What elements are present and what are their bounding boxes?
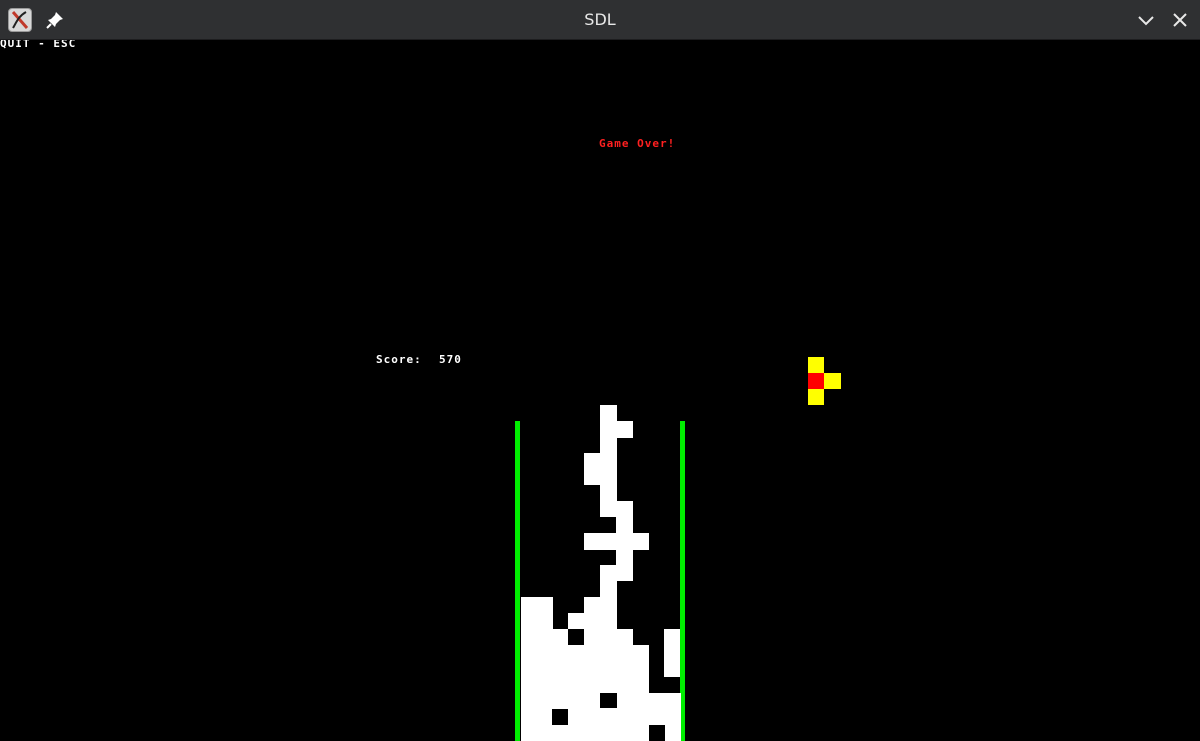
game-canvas[interactable]: QUIT - ESC Game Over! Score: 570 <box>0 40 1200 741</box>
stack-block <box>521 645 649 693</box>
window-title: SDL <box>584 10 616 29</box>
next-piece-cell <box>808 373 824 389</box>
chevron-down-icon[interactable] <box>1136 10 1156 30</box>
pin-icon[interactable] <box>45 10 65 30</box>
x-app-icon[interactable] <box>8 8 32 32</box>
stack-hole <box>649 725 665 741</box>
stack-block <box>584 533 649 550</box>
stack-hole <box>600 693 617 708</box>
stack-block <box>600 565 633 581</box>
stack-block <box>584 453 617 485</box>
stack-block <box>616 517 633 533</box>
stack-hole <box>552 709 568 725</box>
window-titlebar: SDL <box>0 0 1200 40</box>
stack-block <box>584 597 617 613</box>
close-icon[interactable] <box>1170 10 1190 30</box>
stack-block <box>600 421 633 438</box>
next-piece-preview <box>808 357 841 405</box>
game-board <box>521 357 841 741</box>
stack-hole <box>568 629 584 645</box>
stack-block <box>600 501 633 517</box>
next-piece-cell <box>824 373 841 389</box>
stack-block <box>664 629 680 677</box>
next-piece-cell <box>808 389 824 405</box>
stack-block <box>568 613 617 629</box>
stack-block <box>600 437 617 453</box>
stack-block <box>600 581 617 597</box>
stack-block <box>521 597 553 629</box>
stack-hole <box>649 645 664 693</box>
next-piece-cell <box>808 357 824 373</box>
stack-block <box>616 549 633 565</box>
stack-block <box>600 485 617 501</box>
